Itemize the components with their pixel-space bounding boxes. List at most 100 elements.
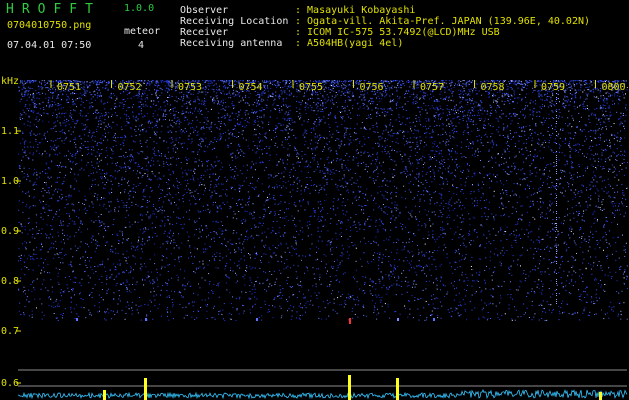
- noise-pixel: [112, 121, 114, 123]
- noise-pixel: [421, 270, 422, 272]
- noise-pixel: [406, 166, 408, 168]
- noise-pixel: [82, 144, 84, 146]
- noise-pixel: [258, 100, 260, 102]
- noise-pixel: [131, 245, 133, 247]
- noise-pixel: [184, 128, 186, 130]
- noise-pixel: [471, 285, 473, 287]
- noise-pixel: [219, 175, 221, 177]
- noise-pixel: [509, 83, 511, 85]
- noise-pixel: [542, 134, 544, 136]
- noise-pixel: [174, 144, 176, 146]
- noise-pixel: [154, 263, 156, 265]
- noise-pixel: [564, 164, 566, 166]
- noise-pixel: [46, 105, 47, 107]
- noise-pixel: [151, 80, 153, 82]
- noise-pixel: [142, 94, 144, 96]
- noise-pixel: [269, 193, 270, 195]
- noise-pixel: [460, 153, 462, 155]
- noise-pixel: [159, 246, 161, 248]
- noise-pixel: [102, 261, 104, 263]
- noise-pixel: [612, 100, 614, 102]
- noise-pixel: [503, 103, 505, 105]
- noise-pixel: [213, 258, 215, 260]
- noise-pixel: [367, 241, 369, 243]
- noise-pixel: [118, 156, 120, 158]
- noise-pixel: [126, 257, 127, 259]
- noise-pixel: [472, 216, 474, 218]
- noise-pixel: [625, 251, 627, 253]
- noise-pixel: [512, 255, 514, 257]
- noise-pixel: [546, 319, 548, 321]
- noise-pixel: [551, 150, 553, 152]
- noise-pixel: [274, 211, 276, 213]
- noise-pixel: [213, 305, 215, 307]
- noise-pixel: [540, 216, 541, 218]
- noise-pixel: [401, 156, 403, 157]
- noise-pixel: [330, 149, 332, 151]
- noise-pixel: [597, 244, 598, 246]
- noise-pixel: [328, 162, 330, 164]
- noise-pixel: [541, 184, 543, 186]
- noise-pixel: [152, 113, 154, 114]
- noise-pixel: [561, 152, 563, 154]
- noise-pixel: [321, 108, 323, 110]
- noise-pixel: [510, 281, 511, 283]
- noise-pixel: [46, 162, 48, 164]
- noise-pixel: [422, 255, 424, 257]
- noise-pixel: [98, 112, 100, 114]
- noise-pixel: [214, 253, 216, 255]
- noise-pixel: [603, 168, 605, 169]
- noise-pixel: [569, 151, 571, 153]
- noise-pixel: [261, 319, 263, 321]
- noise-pixel: [226, 275, 228, 277]
- noise-pixel: [168, 199, 170, 201]
- noise-pixel: [148, 89, 150, 91]
- noise-pixel: [377, 264, 379, 266]
- noise-pixel: [113, 218, 115, 220]
- noise-pixel: [582, 145, 584, 146]
- noise-pixel: [137, 245, 139, 247]
- noise-pixel: [316, 294, 318, 296]
- noise-pixel: [607, 157, 609, 159]
- noise-pixel: [529, 165, 531, 167]
- noise-pixel: [623, 150, 625, 152]
- noise-pixel: [166, 100, 168, 101]
- noise-pixel: [55, 240, 57, 242]
- noise-pixel: [53, 126, 55, 128]
- noise-pixel: [83, 124, 85, 126]
- noise-pixel: [554, 269, 556, 271]
- noise-pixel: [420, 182, 422, 184]
- noise-pixel: [597, 97, 599, 99]
- noise-pixel: [19, 183, 21, 184]
- noise-pixel: [278, 214, 280, 215]
- noise-pixel: [566, 163, 568, 165]
- noise-pixel: [36, 278, 38, 280]
- noise-pixel: [287, 118, 289, 120]
- noise-pixel: [391, 129, 393, 131]
- noise-pixel: [241, 133, 243, 135]
- noise-pixel: [131, 204, 133, 206]
- noise-pixel: [391, 110, 393, 112]
- noise-pixel: [156, 272, 158, 273]
- noise-pixel: [612, 171, 614, 173]
- noise-pixel: [378, 312, 380, 314]
- noise-pixel: [471, 108, 473, 110]
- noise-pixel: [157, 82, 159, 84]
- noise-pixel: [455, 112, 457, 114]
- noise-pixel: [540, 132, 542, 134]
- noise-pixel: [34, 205, 36, 207]
- noise-pixel: [252, 215, 254, 217]
- noise-pixel: [230, 269, 231, 271]
- noise-pixel: [353, 96, 355, 97]
- noise-pixel: [539, 263, 540, 265]
- noise-pixel: [228, 164, 230, 166]
- noise-pixel: [351, 94, 353, 96]
- noise-pixel: [113, 135, 115, 137]
- noise-pixel: [115, 144, 117, 146]
- noise-pixel: [96, 171, 98, 173]
- noise-pixel: [139, 172, 141, 174]
- noise-pixel: [80, 241, 82, 243]
- noise-pixel: [579, 246, 581, 248]
- noise-pixel: [18, 222, 20, 223]
- noise-pixel: [188, 112, 190, 114]
